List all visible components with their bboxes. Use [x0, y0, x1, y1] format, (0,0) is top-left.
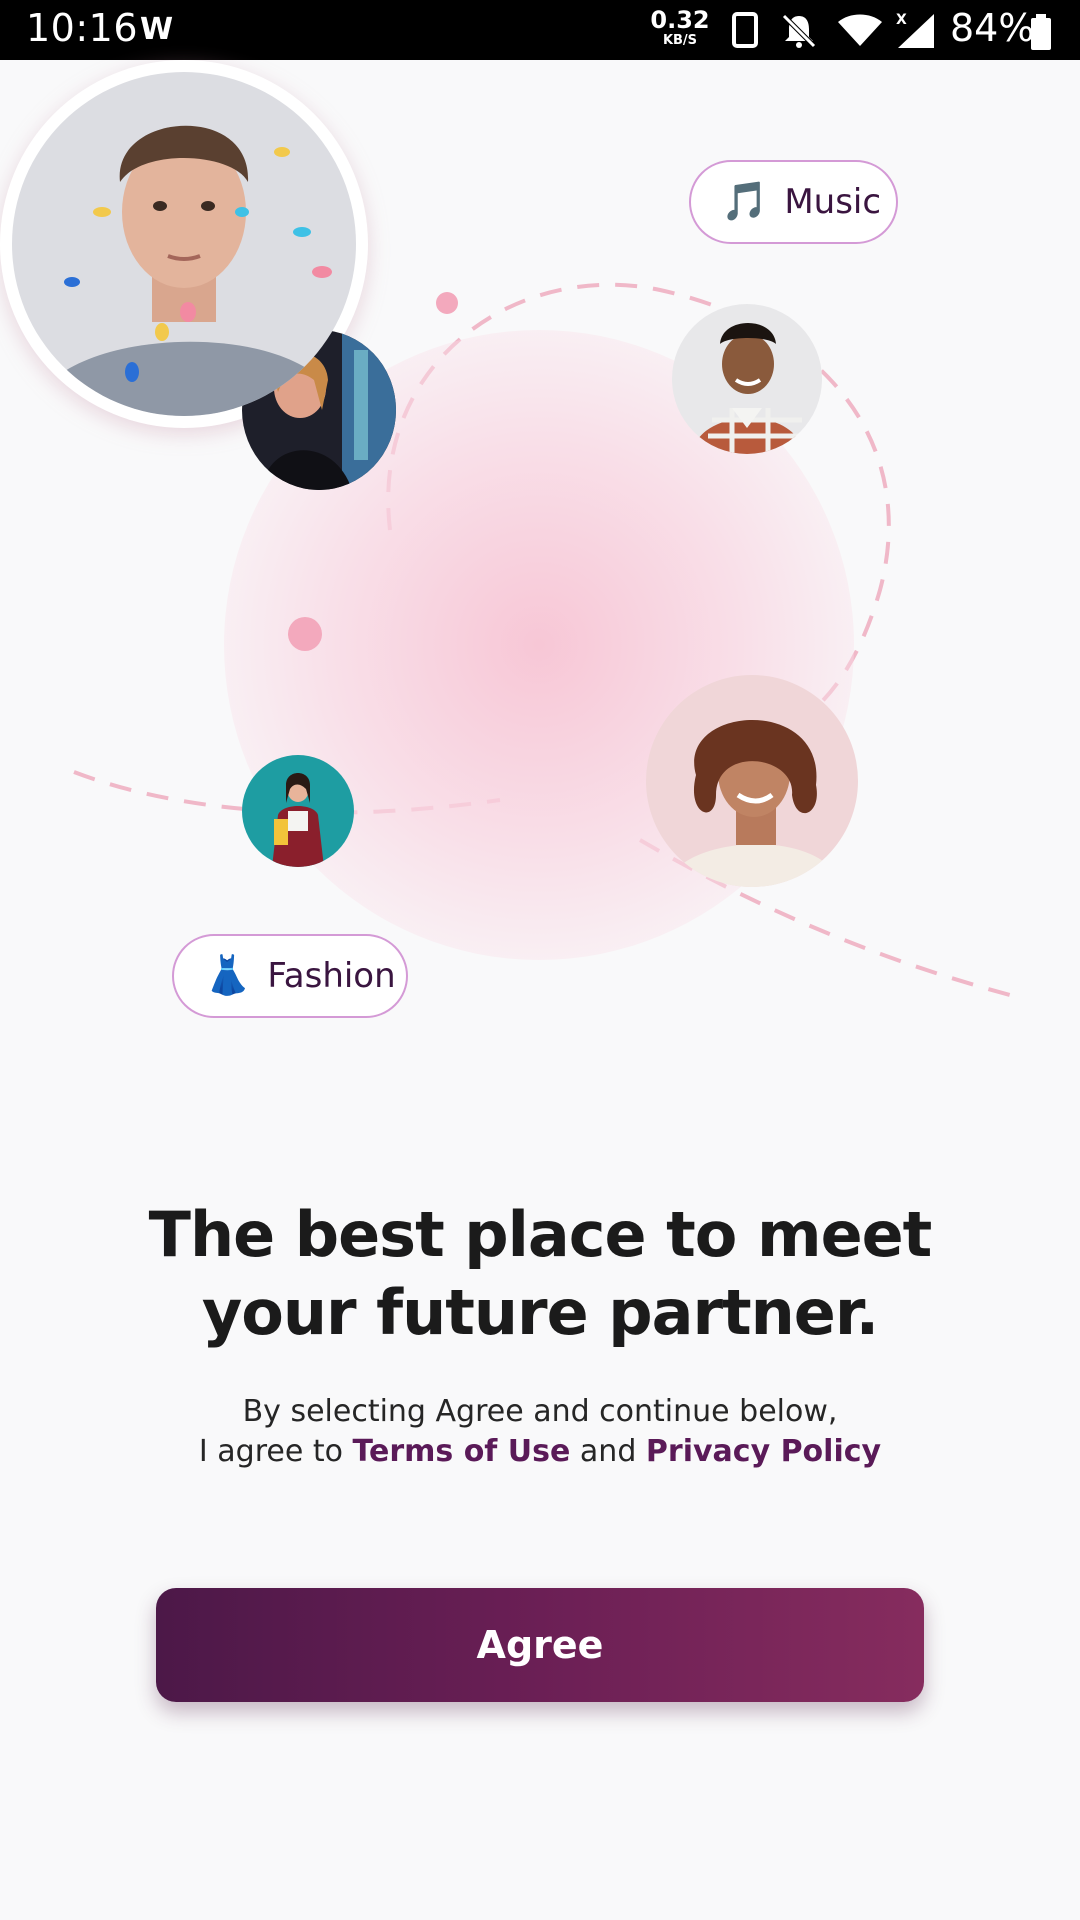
network-speed-value: 0.32 — [650, 6, 710, 34]
status-time: 10:16 — [26, 6, 139, 50]
svg-text:X: X — [896, 12, 907, 28]
battery-percent: 84% — [950, 6, 1035, 50]
tag-music[interactable]: 🎵 Music — [689, 160, 898, 244]
headline-line-1: The best place to meet — [148, 1198, 933, 1271]
status-bar: 10:16 W 0.32 KB/S X 84% — [0, 0, 1080, 60]
consent-line-2: I agree to Terms of Use and Privacy Poli… — [0, 1432, 1080, 1472]
profile-photo — [672, 304, 822, 454]
privacy-policy-link[interactable]: Privacy Policy — [646, 1434, 881, 1469]
wifi-icon — [836, 12, 884, 53]
agree-button-label: Agree — [476, 1623, 604, 1667]
music-note-icon: 🎵 — [721, 181, 769, 223]
dress-icon: 👗 — [204, 955, 252, 997]
terms-of-use-link[interactable]: Terms of Use — [353, 1434, 571, 1469]
network-speed: 0.32 KB/S — [650, 8, 710, 47]
agree-button[interactable]: Agree — [156, 1588, 924, 1702]
tag-fashion[interactable]: 👗 Fashion — [172, 934, 408, 1018]
profile-photo — [242, 755, 354, 867]
profile-photo — [646, 675, 858, 887]
network-speed-unit: KB/S — [662, 33, 698, 48]
hero-illustration: 🎵 Music 👗 Fashion — [0, 60, 1080, 1020]
battery-icon — [1030, 14, 1052, 55]
tag-fashion-label: Fashion — [267, 956, 396, 996]
consent-prefix: I agree to — [198, 1434, 343, 1469]
consent-and: and — [579, 1434, 637, 1469]
cell-signal-icon: X — [896, 12, 936, 55]
decor-dot — [288, 617, 322, 651]
decor-dot — [436, 292, 458, 314]
app-notification-icon: W — [140, 12, 174, 47]
headline: The best place to meet your future partn… — [0, 1196, 1080, 1352]
phone-icon — [732, 12, 758, 53]
consent-text: By selecting Agree and continue below, I… — [0, 1392, 1080, 1472]
mute-bell-icon — [780, 12, 818, 55]
headline-line-2: your future partner. — [201, 1276, 879, 1349]
consent-line-1: By selecting Agree and continue below, — [242, 1394, 838, 1429]
tag-music-label: Music — [784, 182, 882, 222]
